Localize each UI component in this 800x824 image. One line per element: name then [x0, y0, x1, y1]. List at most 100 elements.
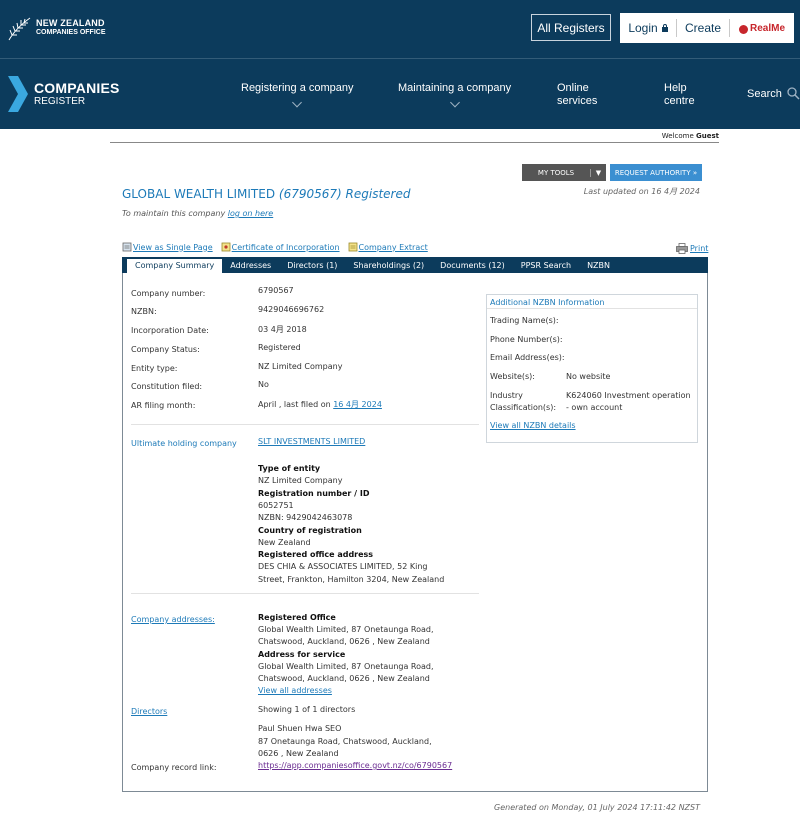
- holding-country: New Zealand: [258, 538, 311, 547]
- login-link[interactable]: Login: [620, 19, 676, 37]
- tab-shareholdings[interactable]: Shareholdings (2): [345, 259, 432, 273]
- status-value: Registered: [258, 343, 301, 352]
- service-address-line1: Global Wealth Limited, 87 Onetaunga Road…: [258, 662, 434, 671]
- ar-filing-label: AR filing month:: [131, 401, 196, 410]
- registered-office-line1: Global Wealth Limited, 87 Onetaunga Road…: [258, 625, 434, 634]
- divider: [131, 593, 479, 594]
- directors-link[interactable]: Directors: [131, 707, 167, 716]
- company-number-value: 6790567: [258, 286, 294, 295]
- realme-link[interactable]: RealMe: [730, 19, 794, 37]
- certificate-link[interactable]: Certificate of Incorporation: [221, 242, 340, 252]
- main-nav: COMPANIES REGISTER Registering a company…: [0, 58, 800, 129]
- certificate-label: Certificate of Incorporation: [231, 242, 340, 252]
- trading-names-label: Trading Name(s):: [490, 316, 559, 325]
- nzbn-info-box: Additional NZBN Information Trading Name…: [486, 294, 698, 443]
- constitution-label: Constitution filed:: [131, 382, 203, 391]
- company-tabs: Company Summary Addresses Directors (1) …: [122, 257, 708, 273]
- industry-label-line1: Industry: [490, 391, 523, 400]
- top-bar: NEW ZEALAND COMPANIES OFFICE All Registe…: [0, 0, 800, 58]
- tab-documents[interactable]: Documents (12): [432, 259, 513, 273]
- realme-label: RealMe: [749, 22, 785, 34]
- company-extract-link[interactable]: Company Extract: [348, 242, 428, 252]
- company-title: GLOBAL WEALTH LIMITED (6790567) Register…: [122, 187, 410, 201]
- caret-down-icon: ▼: [590, 168, 606, 177]
- websites-value: No website: [566, 372, 611, 381]
- print-link[interactable]: Print: [676, 243, 708, 254]
- view-all-addresses-link[interactable]: View all addresses: [258, 686, 332, 695]
- holding-entity-type: NZ Limited Company: [258, 476, 343, 485]
- companies-register-logo[interactable]: COMPANIES REGISTER: [6, 76, 120, 112]
- entity-type-label: Entity type:: [131, 364, 178, 373]
- ultimate-holding-label: Ultimate holding company: [131, 439, 237, 448]
- company-number-status: (6790567) Registered: [278, 187, 411, 201]
- create-link[interactable]: Create: [677, 19, 729, 37]
- company-addresses-link[interactable]: Company addresses:: [131, 615, 215, 624]
- nav-maintaining-a-company[interactable]: Maintaining a company: [398, 82, 511, 108]
- entity-type-value: NZ Limited Company: [258, 362, 343, 371]
- director-name: Paul Shuen Hwa SEO: [258, 724, 342, 733]
- view-single-page-label: View as Single Page: [133, 242, 213, 252]
- nav-help-centre[interactable]: Help centre: [664, 82, 695, 108]
- chevron-logo-icon: [8, 76, 28, 112]
- maintain-prefix: To maintain this company: [122, 209, 226, 218]
- lock-icon: [661, 23, 668, 32]
- document-links: View as Single Page Certificate of Incor…: [122, 242, 436, 252]
- company-number-label: Company number:: [131, 289, 206, 298]
- holding-office-line2: Street, Frankton, Hamilton 3204, New Zea…: [258, 575, 445, 584]
- nzbn-label: NZBN:: [131, 307, 157, 316]
- holding-office-line1: DES CHIA & ASSOCIATES LIMITED, 52 King: [258, 562, 428, 571]
- view-all-nzbn-link[interactable]: View all NZBN details: [490, 421, 576, 430]
- divider: [131, 424, 479, 425]
- phone-numbers-label: Phone Number(s):: [490, 335, 563, 344]
- nav-label: centre: [664, 95, 695, 107]
- view-single-page-link[interactable]: View as Single Page: [122, 242, 213, 252]
- log-on-link[interactable]: log on here: [228, 209, 273, 218]
- holding-registration: 6052751: [258, 501, 294, 510]
- search-label: Search: [747, 87, 782, 100]
- my-tools-dropdown[interactable]: MY TOOLS ▼: [522, 164, 606, 181]
- chevron-down-icon: [449, 97, 460, 108]
- director-address-line2: 0626 , New Zealand: [258, 749, 339, 758]
- generated-timestamp: Generated on Monday, 01 July 2024 17:11:…: [494, 803, 700, 812]
- nz-companies-office-logo[interactable]: NEW ZEALAND COMPANIES OFFICE: [6, 14, 105, 42]
- nav-label: Registering a company: [241, 82, 354, 94]
- office-address-heading: Registered office address: [258, 550, 374, 559]
- divider: [487, 308, 697, 309]
- industry-value-line2: - own account: [566, 403, 623, 412]
- nav-label: Help: [664, 82, 687, 94]
- realme-icon: [738, 24, 748, 34]
- login-label: Login: [628, 21, 658, 35]
- incorporation-value: 03 4月 2018: [258, 325, 307, 334]
- nav-registering-a-company[interactable]: Registering a company: [241, 82, 354, 108]
- ultimate-holding-link[interactable]: SLT INVESTMENTS LIMITED: [258, 437, 365, 446]
- registered-office-heading: Registered Office: [258, 613, 336, 622]
- websites-label: Website(s):: [490, 372, 535, 381]
- tab-company-summary[interactable]: Company Summary: [127, 259, 223, 273]
- request-authority-button[interactable]: REQUEST AUTHORITY »: [610, 164, 702, 181]
- nz-logo-line1: NEW ZEALAND: [36, 18, 105, 28]
- tab-ppsr-search[interactable]: PPSR Search: [513, 259, 579, 273]
- record-link[interactable]: https://app.companiesoffice.govt.nz/co/6…: [258, 761, 452, 770]
- ar-filing-date-link[interactable]: 16 4月 2024: [333, 400, 382, 409]
- industry-label-line2: Classification(s):: [490, 403, 557, 412]
- registered-office-line2: Chatswood, Auckland, 0626 , New Zealand: [258, 637, 430, 646]
- print-label: Print: [690, 244, 709, 253]
- nav-search[interactable]: Search: [747, 87, 800, 100]
- chevron-down-icon: [292, 97, 303, 108]
- registration-heading: Registration number / ID: [258, 489, 370, 498]
- company-extract-label: Company Extract: [358, 242, 428, 252]
- extract-icon: [348, 242, 357, 252]
- nav-label: Online: [557, 82, 589, 94]
- tab-addresses[interactable]: Addresses: [222, 259, 279, 273]
- all-registers-button[interactable]: All Registers: [531, 14, 611, 41]
- printer-icon: [676, 243, 688, 254]
- industry-value-line1: K624060 Investment operation: [566, 391, 691, 400]
- tab-nzbn[interactable]: NZBN: [579, 259, 618, 273]
- my-tools-label: MY TOOLS: [537, 168, 575, 177]
- printer-page-icon: [122, 242, 132, 252]
- maintain-text: To maintain this company log on here: [122, 209, 273, 218]
- company-name: GLOBAL WEALTH LIMITED: [122, 187, 276, 201]
- tab-directors[interactable]: Directors (1): [279, 259, 345, 273]
- holding-nzbn: NZBN: 9429042463078: [258, 513, 353, 522]
- nav-online-services[interactable]: Online services: [557, 82, 597, 108]
